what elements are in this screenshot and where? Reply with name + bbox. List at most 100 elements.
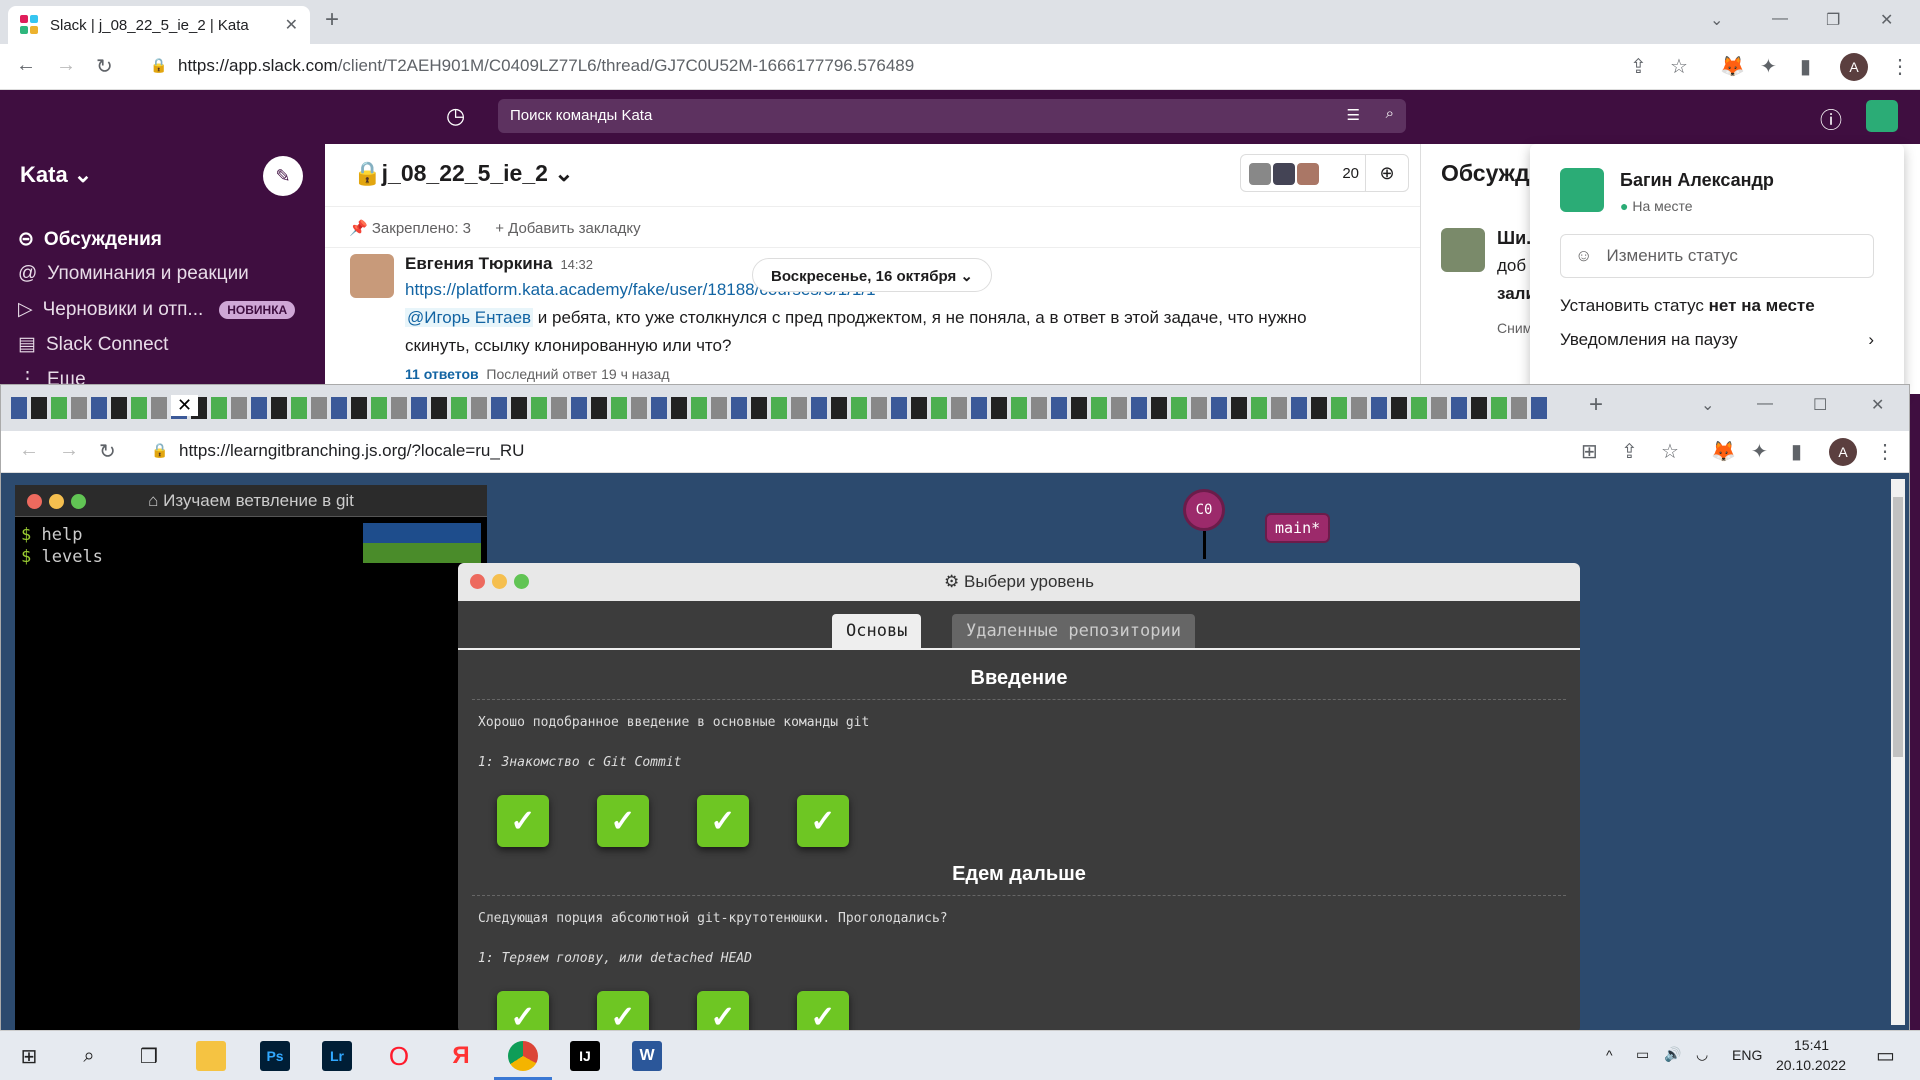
commit-edge [1203, 531, 1206, 559]
level-button[interactable]: ✓ [797, 795, 849, 847]
menu-icon[interactable]: ⋮ [1890, 54, 1910, 79]
notifications-icon[interactable]: ▭ [1876, 1043, 1895, 1068]
network-icon[interactable]: ◡ [1696, 1046, 1708, 1063]
pinned-tabs[interactable] [11, 397, 1551, 419]
restore-icon[interactable]: ❐ [1826, 10, 1840, 30]
close-window-icon[interactable]: ✕ [1880, 10, 1893, 30]
minimize-icon[interactable]: — [1757, 395, 1773, 413]
minimize-icon[interactable]: — [1772, 10, 1788, 28]
back-icon[interactable]: ← [19, 439, 39, 462]
change-status-input[interactable]: ☺ Изменить статус [1560, 234, 1874, 278]
level-button[interactable]: ✓ [497, 795, 549, 847]
sidepanel-icon[interactable]: ▮ [1800, 54, 1811, 79]
metamask-icon[interactable]: 🦊 [1711, 439, 1736, 464]
maximize-dot[interactable] [71, 494, 86, 509]
clock-date[interactable]: 20.10.2022 [1776, 1057, 1846, 1073]
start-icon[interactable]: ⊞ [14, 1041, 44, 1071]
tray-chevron-icon[interactable]: ^ [1606, 1047, 1613, 1063]
metamask-icon[interactable]: 🦊 [1720, 54, 1745, 79]
tab-search-icon[interactable]: ⌄ [1701, 395, 1714, 415]
user-mention[interactable]: @Игорь Ентаев [405, 308, 534, 327]
clock-time[interactable]: 15:41 [1794, 1037, 1829, 1053]
menu-icon[interactable]: ⋮ [1875, 439, 1895, 464]
compose-button[interactable]: ✎ [263, 156, 303, 196]
member-list-button[interactable]: 20 [1240, 154, 1370, 192]
close-dot[interactable] [470, 574, 485, 589]
reload-icon[interactable]: ↻ [99, 439, 116, 464]
maximize-dot[interactable] [514, 574, 529, 589]
close-tab-icon[interactable]: ✕ [285, 15, 298, 35]
new-tab-button[interactable]: + [325, 6, 339, 34]
sidepanel-icon[interactable]: ▮ [1791, 439, 1802, 464]
pause-notifications-item[interactable]: Уведомления на паузу › [1560, 330, 1874, 350]
translate-icon[interactable]: ⊞ [1581, 439, 1598, 464]
battery-icon[interactable]: ▭ [1636, 1046, 1649, 1063]
sidebar-item-slack-connect[interactable]: ▤ Slack Connect [18, 333, 168, 356]
message-avatar[interactable] [350, 254, 394, 298]
thread-replies[interactable]: 11 ответов Последний ответ 19 ч назад [405, 366, 670, 382]
history-icon[interactable]: ◷ [446, 103, 465, 129]
profile-avatar[interactable]: A [1829, 438, 1857, 466]
message-author[interactable]: Евгения Тюркина 14:32 [405, 254, 593, 274]
pinned-button[interactable]: 📌 Закреплено: 3 [349, 220, 471, 237]
tab-search-icon[interactable]: ⌄ [1710, 10, 1723, 30]
search-input[interactable]: Поиск команды Kata ☰ ⌕ [498, 99, 1406, 133]
level-button[interactable]: ✓ [697, 795, 749, 847]
set-away-item[interactable]: Установить статус нет на месте [1560, 296, 1815, 316]
add-member-button[interactable]: ⊕ [1365, 154, 1409, 192]
extensions-icon[interactable]: ✦ [1751, 439, 1768, 464]
yandex-icon[interactable]: Я [446, 1041, 476, 1071]
tab-basics[interactable]: Основы [832, 614, 922, 648]
share-icon[interactable]: ⇪ [1630, 54, 1647, 79]
active-tab-close-icon[interactable]: ✕ [171, 395, 199, 416]
chrome-icon[interactable] [508, 1041, 538, 1071]
forward-icon[interactable]: → [56, 54, 76, 77]
minimize-dot[interactable] [49, 494, 64, 509]
url-field[interactable]: https://app.slack.com/client/T2AEH901M/C… [178, 56, 914, 76]
workspace-name[interactable]: Kata ⌄ [20, 162, 92, 188]
level-button[interactable]: ✓ [597, 795, 649, 847]
maximize-icon[interactable]: ☐ [1813, 395, 1827, 415]
search-icon[interactable]: ⌕ [1386, 105, 1394, 122]
bookmark-star-icon[interactable]: ☆ [1670, 54, 1688, 79]
branch-label[interactable]: main* [1265, 513, 1331, 543]
scrollbar-thumb[interactable] [1893, 497, 1903, 757]
extensions-icon[interactable]: ✦ [1760, 54, 1777, 79]
lightroom-icon[interactable]: Lr [322, 1041, 352, 1071]
forward-icon[interactable]: → [59, 439, 79, 462]
commit-node[interactable]: C0 [1183, 489, 1225, 531]
volume-icon[interactable]: 🔊 [1664, 1046, 1681, 1063]
share-icon[interactable]: ⇪ [1621, 439, 1638, 464]
channel-title[interactable]: 🔒j_08_22_5_ie_2 ⌄ [353, 160, 574, 187]
bookmark-star-icon[interactable]: ☆ [1661, 439, 1679, 464]
file-explorer-icon[interactable] [196, 1041, 226, 1071]
url-field[interactable]: https://learngitbranching.js.org/?locale… [179, 441, 524, 461]
message-time[interactable]: 14:32 [560, 257, 593, 272]
close-window-icon[interactable]: ✕ [1871, 395, 1884, 415]
scrollbar[interactable] [1891, 479, 1905, 1025]
opera-icon[interactable]: O [384, 1041, 414, 1071]
thread-avatar[interactable] [1441, 228, 1485, 272]
sidebar-item-mentions[interactable]: @ Упоминания и реакции [18, 263, 249, 285]
task-view-icon[interactable]: ❒ [134, 1041, 164, 1071]
help-icon[interactable]: ⓘ [1820, 103, 1842, 135]
minimize-dot[interactable] [492, 574, 507, 589]
filter-icon[interactable]: ☰ [1347, 106, 1360, 124]
add-bookmark-button[interactable]: + Добавить закладку [495, 220, 640, 237]
profile-avatar[interactable]: A [1840, 53, 1868, 81]
intellij-icon[interactable]: IJ [570, 1041, 600, 1071]
reload-icon[interactable]: ↻ [96, 54, 113, 79]
sidebar-item-drafts[interactable]: ▷ Черновики и отп... НОВИНКА [18, 298, 296, 321]
sidebar-item-threads[interactable]: ⊝ Обсуждения [18, 228, 162, 251]
back-icon[interactable]: ← [16, 54, 36, 77]
user-avatar[interactable] [1866, 100, 1898, 132]
photoshop-icon[interactable]: Ps [260, 1041, 290, 1071]
tab-remote[interactable]: Удаленные репозитории [952, 614, 1195, 648]
language-indicator[interactable]: ENG [1732, 1047, 1762, 1063]
close-dot[interactable] [27, 494, 42, 509]
browser-tab-slack[interactable]: Slack | j_08_22_5_ie_2 | Kata ✕ [8, 6, 310, 44]
date-divider[interactable]: Воскресенье, 16 октября ⌄ [752, 258, 992, 292]
word-icon[interactable]: W [632, 1041, 662, 1071]
search-icon[interactable]: ⌕ [74, 1041, 104, 1071]
new-tab-button[interactable]: + [1589, 391, 1603, 419]
